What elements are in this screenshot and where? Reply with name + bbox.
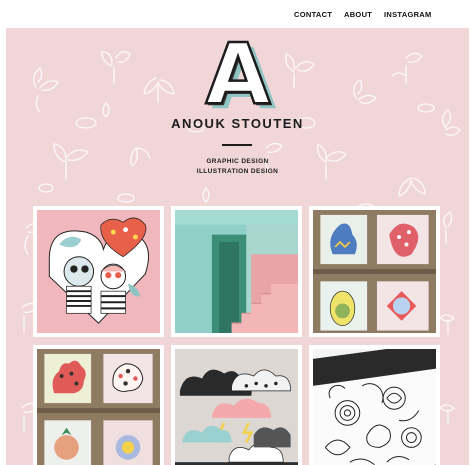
tagline-graphic-design: GRAPHIC DESIGN — [206, 158, 269, 165]
gallery-tile-floral-prints[interactable] — [309, 206, 440, 337]
brand-logo[interactable]: A A A — [196, 36, 280, 114]
nav-instagram-link[interactable]: INSTAGRAM — [384, 10, 432, 19]
top-navigation: CONTACT ABOUT INSTAGRAM — [0, 0, 475, 28]
brand-name: ANOUK STOUTEN — [171, 116, 304, 131]
drawings-image — [313, 349, 436, 465]
stairs-image — [175, 210, 298, 333]
collage-image — [37, 210, 160, 333]
tagline-illustration-design: ILLUSTRATION DESIGN — [196, 168, 279, 175]
floral-prints-image — [313, 210, 436, 333]
coral-prints-image — [37, 349, 160, 465]
nav-contact-link[interactable]: CONTACT — [294, 10, 332, 19]
hero-section: A A A ANOUK STOUTEN GRAPHIC DESIGN ILLUS… — [6, 28, 469, 465]
nav-about-link[interactable]: ABOUT — [344, 10, 372, 19]
gallery-tile-drawings[interactable] — [309, 345, 440, 465]
divider — [222, 144, 252, 146]
gallery-tile-clouds[interactable] — [171, 345, 302, 465]
gallery-tile-stairs[interactable] — [171, 206, 302, 337]
svg-text:A: A — [205, 36, 270, 114]
gallery-tile-collage[interactable] — [33, 206, 164, 337]
gallery-tile-coral-prints[interactable] — [33, 345, 164, 465]
clouds-image — [175, 349, 298, 465]
